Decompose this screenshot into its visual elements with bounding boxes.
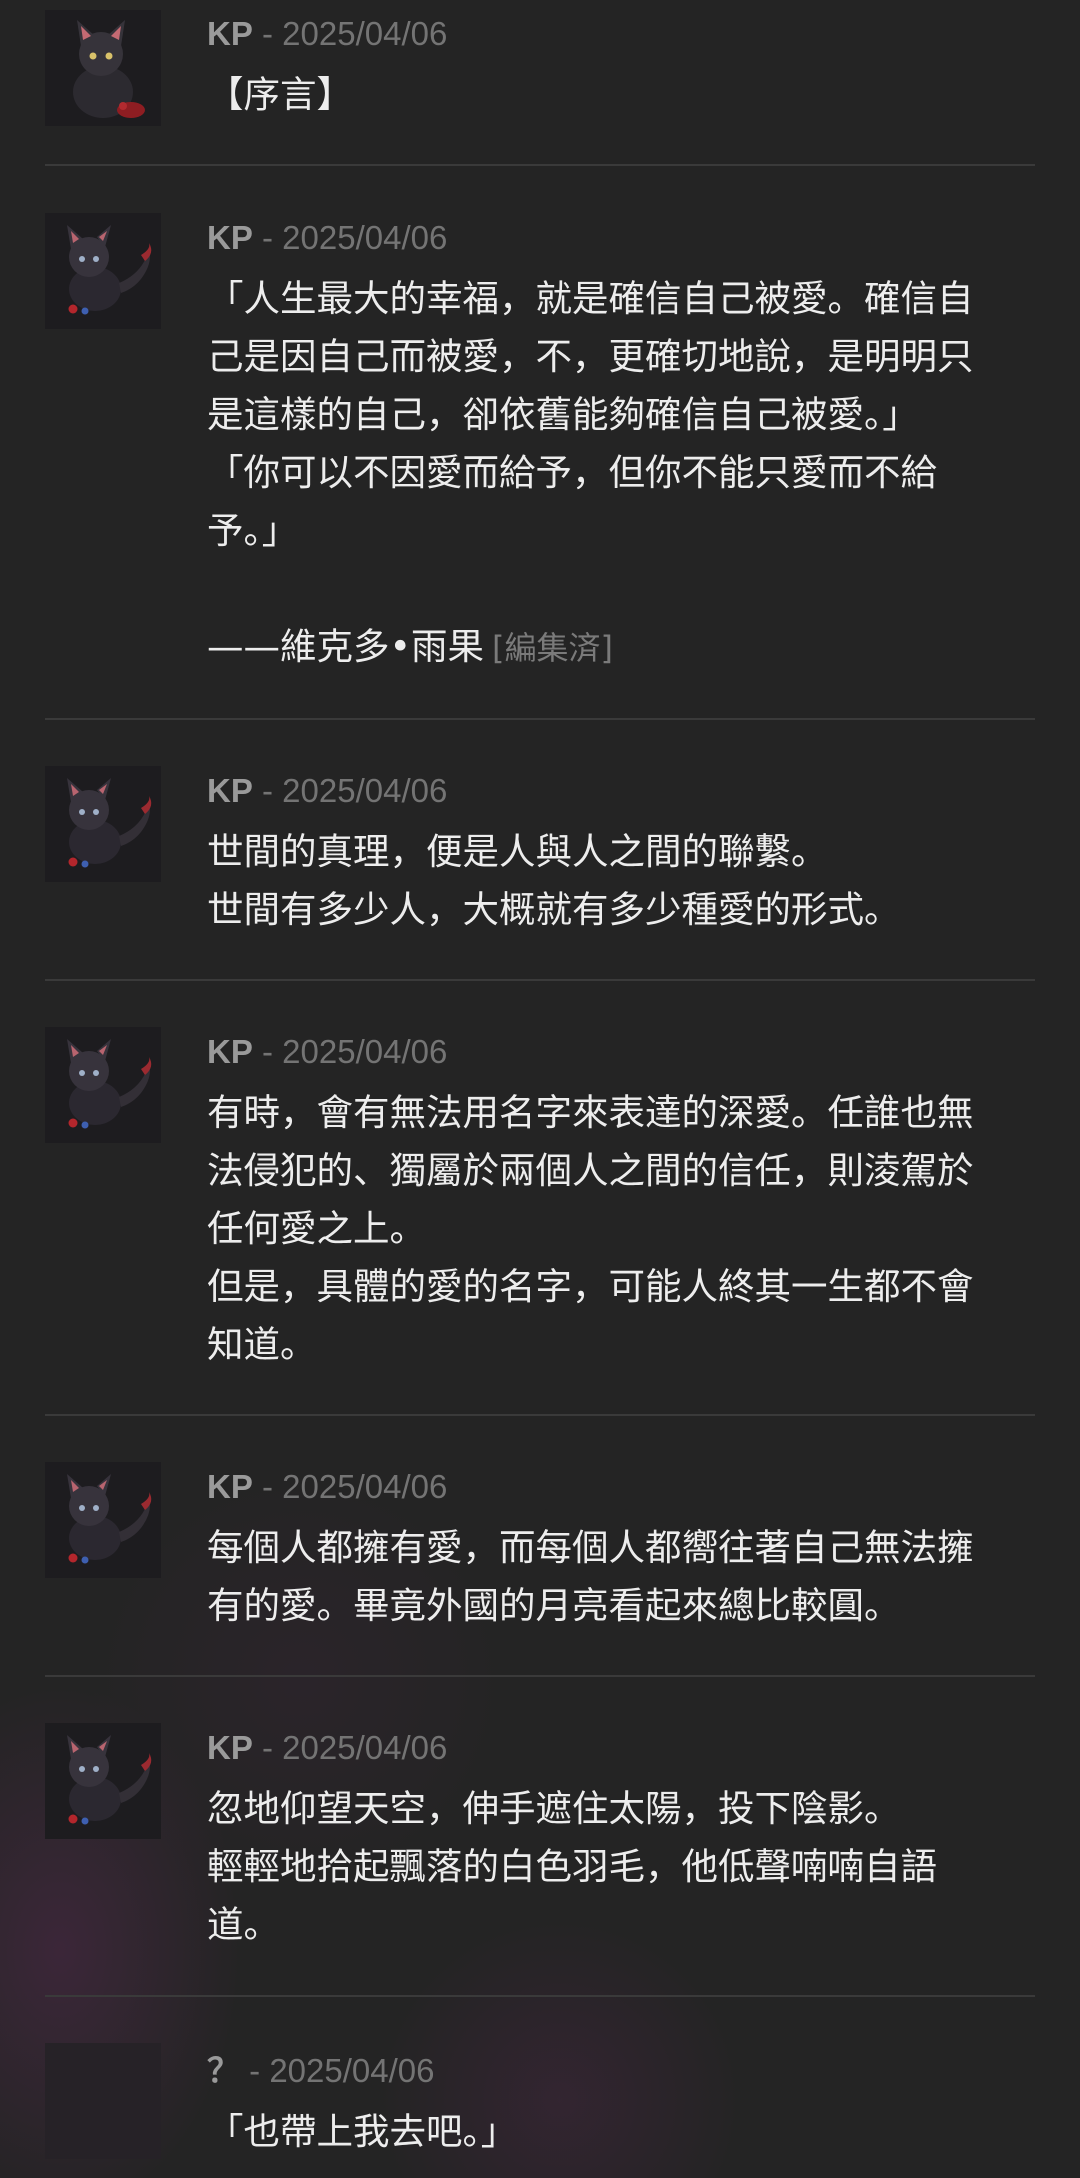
message-body: 世間的真理，便是人與人之間的聯繫。 世間有多少人，大概就有多少種愛的形式。 [207, 823, 1037, 939]
message-line: ——維克多•雨果 [207, 625, 485, 668]
author-name[interactable]: KP [207, 219, 253, 256]
black-cat-avatar-icon [45, 1027, 161, 1143]
message-line: 忽地仰望天空，伸手遮住太陽，投下陰影。 [207, 1787, 901, 1830]
author-name[interactable]: KP [207, 1468, 253, 1505]
post-divider [45, 1675, 1035, 1677]
author-name[interactable]: KP [207, 772, 253, 809]
message-line: 有的愛。畢竟外國的月亮看起來總比較圓。 [207, 1584, 901, 1627]
message-line: 知道。 [207, 1323, 317, 1366]
message-line: 己是因自己而被愛，不，更確切地說，是明明只 [207, 335, 974, 378]
post-header: ？ - 2025/04/06 [207, 2049, 435, 2093]
avatar[interactable] [45, 766, 161, 882]
message-body: 每個人都擁有愛，而每個人都嚮往著自己無法擁 有的愛。畢竟外國的月亮看起來總比較圓… [207, 1519, 1037, 1635]
avatar[interactable] [45, 1723, 161, 1839]
message-line: 世間的真理，便是人與人之間的聯繫。 [207, 830, 828, 873]
message-line-with-edit: ——維克多•雨果 [編集済] [207, 618, 1037, 676]
message-line: 輕輕地拾起飄落的白色羽毛，他低聲喃喃自語 [207, 1845, 937, 1888]
message-line: 【序言】 [207, 73, 353, 116]
message-body: 【序言】 [207, 66, 1037, 124]
header-separator: - [252, 772, 283, 809]
message-line: 「也帶上我去吧。」 [207, 2110, 518, 2153]
avatar[interactable] [45, 1462, 161, 1578]
post-header: KP - 2025/04/06 [207, 12, 447, 56]
message-line: 道。 [207, 1903, 280, 1946]
avatar[interactable] [45, 10, 161, 126]
author-name[interactable]: KP [207, 1729, 253, 1766]
message-body: 忽地仰望天空，伸手遮住太陽，投下陰影。 輕輕地拾起飄落的白色羽毛，他低聲喃喃自語… [207, 1780, 1037, 1954]
header-separator: - [252, 1033, 283, 1070]
author-name[interactable]: KP [207, 1033, 253, 1070]
black-cat-avatar-icon [45, 1462, 161, 1578]
author-name[interactable]: ？ [207, 2052, 240, 2089]
post-divider [45, 979, 1035, 981]
message-line: 有時，會有無法用名字來表達的深愛。任誰也無 [207, 1091, 974, 1134]
message-line-blank [207, 560, 1037, 618]
message-line: 「人生最大的幸福，就是確信自己被愛。確信自 [207, 277, 974, 320]
post-header: KP - 2025/04/06 [207, 1030, 447, 1074]
message-body: 有時，會有無法用名字來表達的深愛。任誰也無 法侵犯的、獨屬於兩個人之間的信任，則… [207, 1084, 1037, 1374]
header-separator: - [252, 15, 283, 52]
post-header: KP - 2025/04/06 [207, 1726, 447, 1770]
avatar[interactable] [45, 213, 161, 329]
post-date: 2025/04/06 [269, 2052, 435, 2089]
header-separator: - [252, 1468, 283, 1505]
edited-label: [編集済] [492, 629, 614, 667]
post-header: KP - 2025/04/06 [207, 1465, 447, 1509]
message-body: 「人生最大的幸福，就是確信自己被愛。確信自 己是因自己而被愛，不，更確切地說，是… [207, 270, 1037, 676]
black-cat-avatar-icon [45, 766, 161, 882]
message-line: 予。」 [207, 509, 299, 552]
header-separator: - [252, 1729, 283, 1766]
message-line: 世間有多少人，大概就有多少種愛的形式。 [207, 888, 901, 931]
message-line: 每個人都擁有愛，而每個人都嚮往著自己無法擁 [207, 1526, 974, 1569]
message-line: 任何愛之上。 [207, 1207, 426, 1250]
header-separator: - [252, 219, 283, 256]
post-divider [45, 1414, 1035, 1416]
blank-avatar-icon [45, 2043, 161, 2159]
avatar[interactable] [45, 2043, 161, 2159]
post-date: 2025/04/06 [282, 15, 448, 52]
message-line: 但是，具體的愛的名字，可能人終其一生都不會 [207, 1265, 974, 1308]
post-divider [45, 718, 1035, 720]
post-date: 2025/04/06 [282, 772, 448, 809]
black-cat-avatar-icon [45, 1723, 161, 1839]
author-name[interactable]: KP [207, 15, 253, 52]
message-line: 法侵犯的、獨屬於兩個人之間的信任，則淩駕於 [207, 1149, 974, 1192]
post-divider [45, 1995, 1035, 1997]
post-date: 2025/04/06 [282, 1729, 448, 1766]
post-header: KP - 2025/04/06 [207, 769, 447, 813]
message-body: 「也帶上我去吧。」 [207, 2103, 1037, 2161]
post-date: 2025/04/06 [282, 219, 448, 256]
message-line: 「你可以不因愛而給予，但你不能只愛而不給 [207, 451, 937, 494]
post-divider [45, 164, 1035, 166]
post-header: KP - 2025/04/06 [207, 216, 447, 260]
post-date: 2025/04/06 [282, 1033, 448, 1070]
black-cat-avatar-icon [45, 213, 161, 329]
cat-avatar-sitting-icon [45, 10, 161, 126]
post-date: 2025/04/06 [282, 1468, 448, 1505]
header-separator: - [240, 2052, 270, 2089]
message-line: 是這樣的自己，卻依舊能夠確信自己被愛。」 [207, 393, 919, 436]
avatar[interactable] [45, 1027, 161, 1143]
